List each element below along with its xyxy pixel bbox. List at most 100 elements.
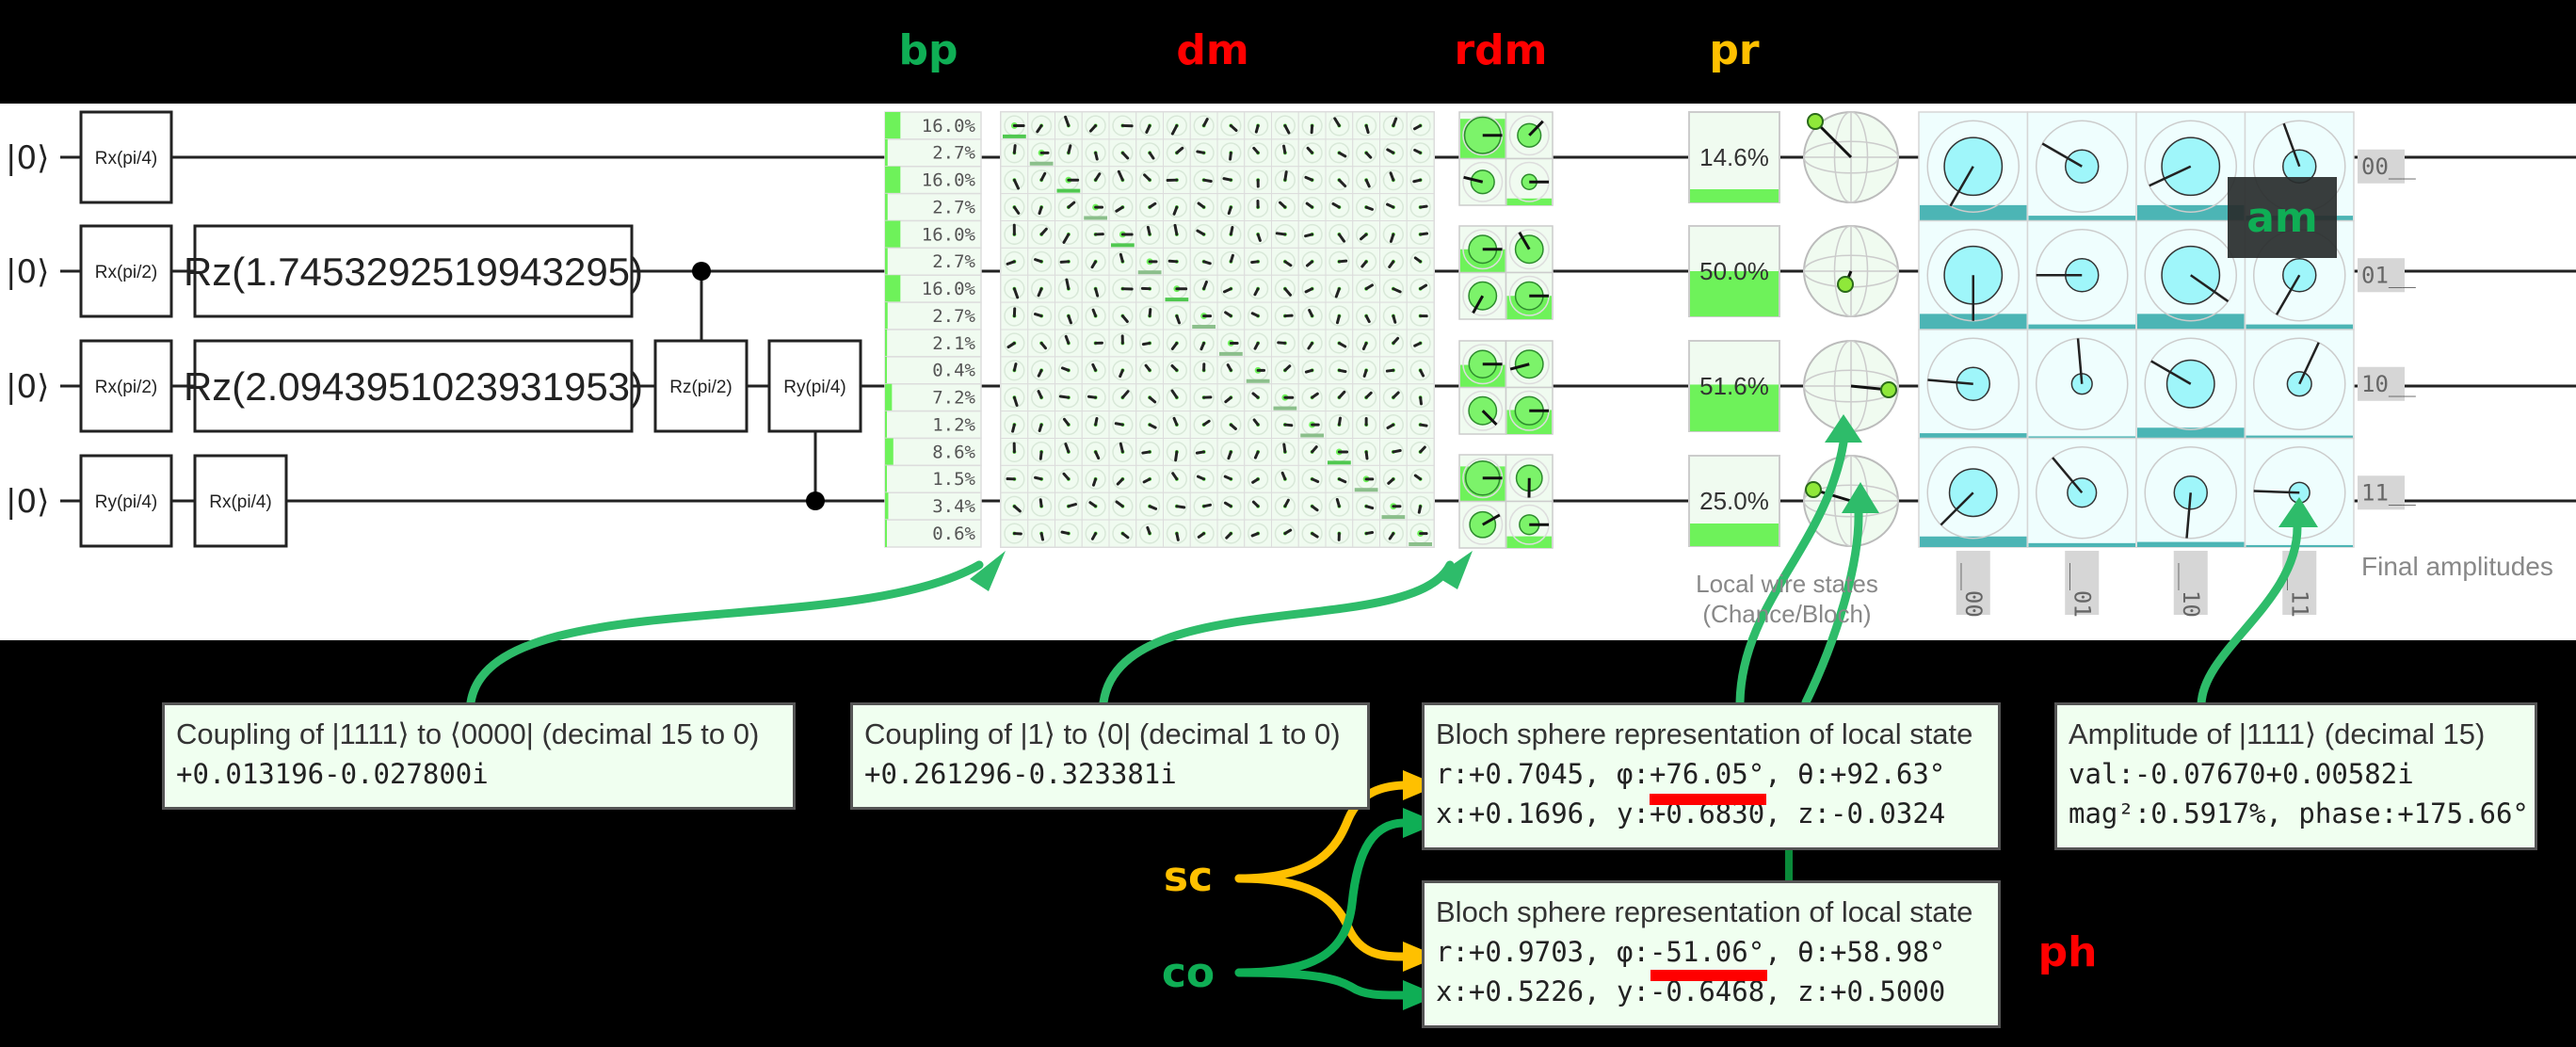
dm-cell[interactable] xyxy=(1271,138,1299,168)
rdm-block-0[interactable] xyxy=(1458,111,1554,206)
dm-cell[interactable] xyxy=(1135,301,1164,330)
amplitude-cell[interactable] xyxy=(2026,111,2137,222)
dm-cell[interactable] xyxy=(1055,274,1083,303)
bp-row[interactable]: 2.1% xyxy=(884,329,982,358)
bp-row[interactable]: 16.0% xyxy=(884,166,982,195)
amplitude-cell[interactable] xyxy=(2026,329,2137,440)
dm-cell[interactable] xyxy=(1325,111,1354,140)
dm-cell[interactable] xyxy=(1027,519,1055,548)
dm-cell[interactable] xyxy=(1216,247,1246,276)
dm-cell[interactable] xyxy=(1027,274,1055,303)
dm-cell[interactable] xyxy=(1163,193,1191,221)
dm-cell[interactable] xyxy=(1135,383,1164,412)
dm-cell[interactable] xyxy=(1244,220,1272,249)
dm-cell[interactable] xyxy=(1027,356,1055,385)
dm-cell[interactable] xyxy=(1271,356,1299,385)
dm-cell[interactable] xyxy=(1379,274,1408,303)
dm-cell[interactable] xyxy=(1055,383,1083,412)
dm-cell[interactable] xyxy=(1000,301,1029,330)
dm-cell[interactable] xyxy=(1189,491,1218,521)
dm-cell[interactable] xyxy=(1379,301,1408,330)
dm-cell[interactable] xyxy=(1271,383,1299,412)
dm-cell[interactable] xyxy=(1027,329,1055,358)
dm-cell[interactable] xyxy=(1163,464,1191,493)
dm-cell[interactable] xyxy=(1406,411,1435,439)
dm-cell[interactable] xyxy=(1189,220,1218,249)
dm-cell[interactable] xyxy=(1000,247,1029,276)
rdm-cell[interactable] xyxy=(1458,157,1507,206)
rdm-cell[interactable] xyxy=(1458,386,1507,435)
amplitude-cell[interactable] xyxy=(1918,437,2029,548)
dm-cell[interactable] xyxy=(1406,438,1435,466)
dm-cell[interactable] xyxy=(1027,491,1055,521)
dm-cell[interactable] xyxy=(1297,247,1327,276)
dm-cell[interactable] xyxy=(1081,491,1110,521)
dm-cell[interactable] xyxy=(1189,247,1218,276)
rdm-cell[interactable] xyxy=(1458,500,1507,549)
dm-cell[interactable] xyxy=(1163,383,1191,412)
dm-cell[interactable] xyxy=(1244,411,1272,439)
dm-cell[interactable] xyxy=(1163,329,1191,358)
dm-cell[interactable] xyxy=(1406,464,1435,493)
dm-cell[interactable] xyxy=(1244,519,1272,548)
dm-cell[interactable] xyxy=(1055,329,1083,358)
dm-cell[interactable] xyxy=(1271,464,1299,493)
bloch-sphere-0[interactable] xyxy=(1803,111,1899,203)
dm-cell[interactable] xyxy=(1055,411,1083,439)
dm-cell[interactable] xyxy=(1271,111,1299,140)
dm-cell[interactable] xyxy=(1325,519,1354,548)
dm-cell[interactable] xyxy=(1325,301,1354,330)
dm-cell[interactable] xyxy=(1379,220,1408,249)
dm-cell[interactable] xyxy=(1244,329,1272,358)
dm-cell[interactable] xyxy=(1108,111,1137,140)
dm-cell[interactable] xyxy=(1055,111,1083,140)
dm-cell[interactable] xyxy=(1325,166,1354,195)
dm-cell[interactable] xyxy=(1055,491,1083,521)
gate-rx-pi-4[interactable]: Rx(pi/4) xyxy=(193,454,288,548)
dm-cell[interactable] xyxy=(1406,138,1435,168)
dm-cell[interactable] xyxy=(1379,383,1408,412)
gate-rz-pi-2[interactable]: Rz(pi/2) xyxy=(653,339,749,433)
dm-cell[interactable] xyxy=(1297,491,1327,521)
dm-cell[interactable] xyxy=(1216,274,1246,303)
dm-cell[interactable] xyxy=(1297,329,1327,358)
dm-cell[interactable] xyxy=(1189,329,1218,358)
dm-cell[interactable] xyxy=(1216,138,1246,168)
dm-cell[interactable] xyxy=(1216,519,1246,548)
dm-cell[interactable] xyxy=(1325,438,1354,466)
dm-cell[interactable] xyxy=(1216,220,1246,249)
dm-cell[interactable] xyxy=(1027,220,1055,249)
dm-cell[interactable] xyxy=(1271,274,1299,303)
dm-cell[interactable] xyxy=(1379,111,1408,140)
dm-cell[interactable] xyxy=(1163,356,1191,385)
dm-cell[interactable] xyxy=(1352,438,1380,466)
dm-cell[interactable] xyxy=(1216,301,1246,330)
dm-cell[interactable] xyxy=(1108,438,1137,466)
amplitude-cell[interactable] xyxy=(2244,329,2355,440)
rdm-cell[interactable] xyxy=(1505,111,1554,160)
dm-cell[interactable] xyxy=(1055,464,1083,493)
dm-cell[interactable] xyxy=(1297,411,1327,439)
amplitude-cell[interactable] xyxy=(1918,329,2029,440)
dm-cell[interactable] xyxy=(1379,329,1408,358)
gate-rx-pi-4[interactable]: Rx(pi/4) xyxy=(79,110,173,204)
dm-cell[interactable] xyxy=(1244,247,1272,276)
dm-cell[interactable] xyxy=(1189,111,1218,140)
rdm-cell[interactable] xyxy=(1458,111,1507,160)
dm-cell[interactable] xyxy=(1108,138,1137,168)
rdm-cell[interactable] xyxy=(1505,340,1554,389)
dm-cell[interactable] xyxy=(1297,383,1327,412)
rdm-block-3[interactable] xyxy=(1458,454,1554,549)
bp-row[interactable]: 0.4% xyxy=(884,356,982,385)
dm-cell[interactable] xyxy=(1027,301,1055,330)
rdm-cell[interactable] xyxy=(1505,454,1554,503)
dm-cell[interactable] xyxy=(1271,166,1299,195)
dm-cell[interactable] xyxy=(1027,166,1055,195)
dm-cell[interactable] xyxy=(1081,301,1110,330)
dm-cell[interactable] xyxy=(1271,193,1299,221)
dm-cell[interactable] xyxy=(1244,491,1272,521)
dm-cell[interactable] xyxy=(1108,383,1137,412)
gate-rx-pi-2[interactable]: Rx(pi/2) xyxy=(79,224,173,318)
dm-cell[interactable] xyxy=(1081,329,1110,358)
dm-cell[interactable] xyxy=(1135,111,1164,140)
